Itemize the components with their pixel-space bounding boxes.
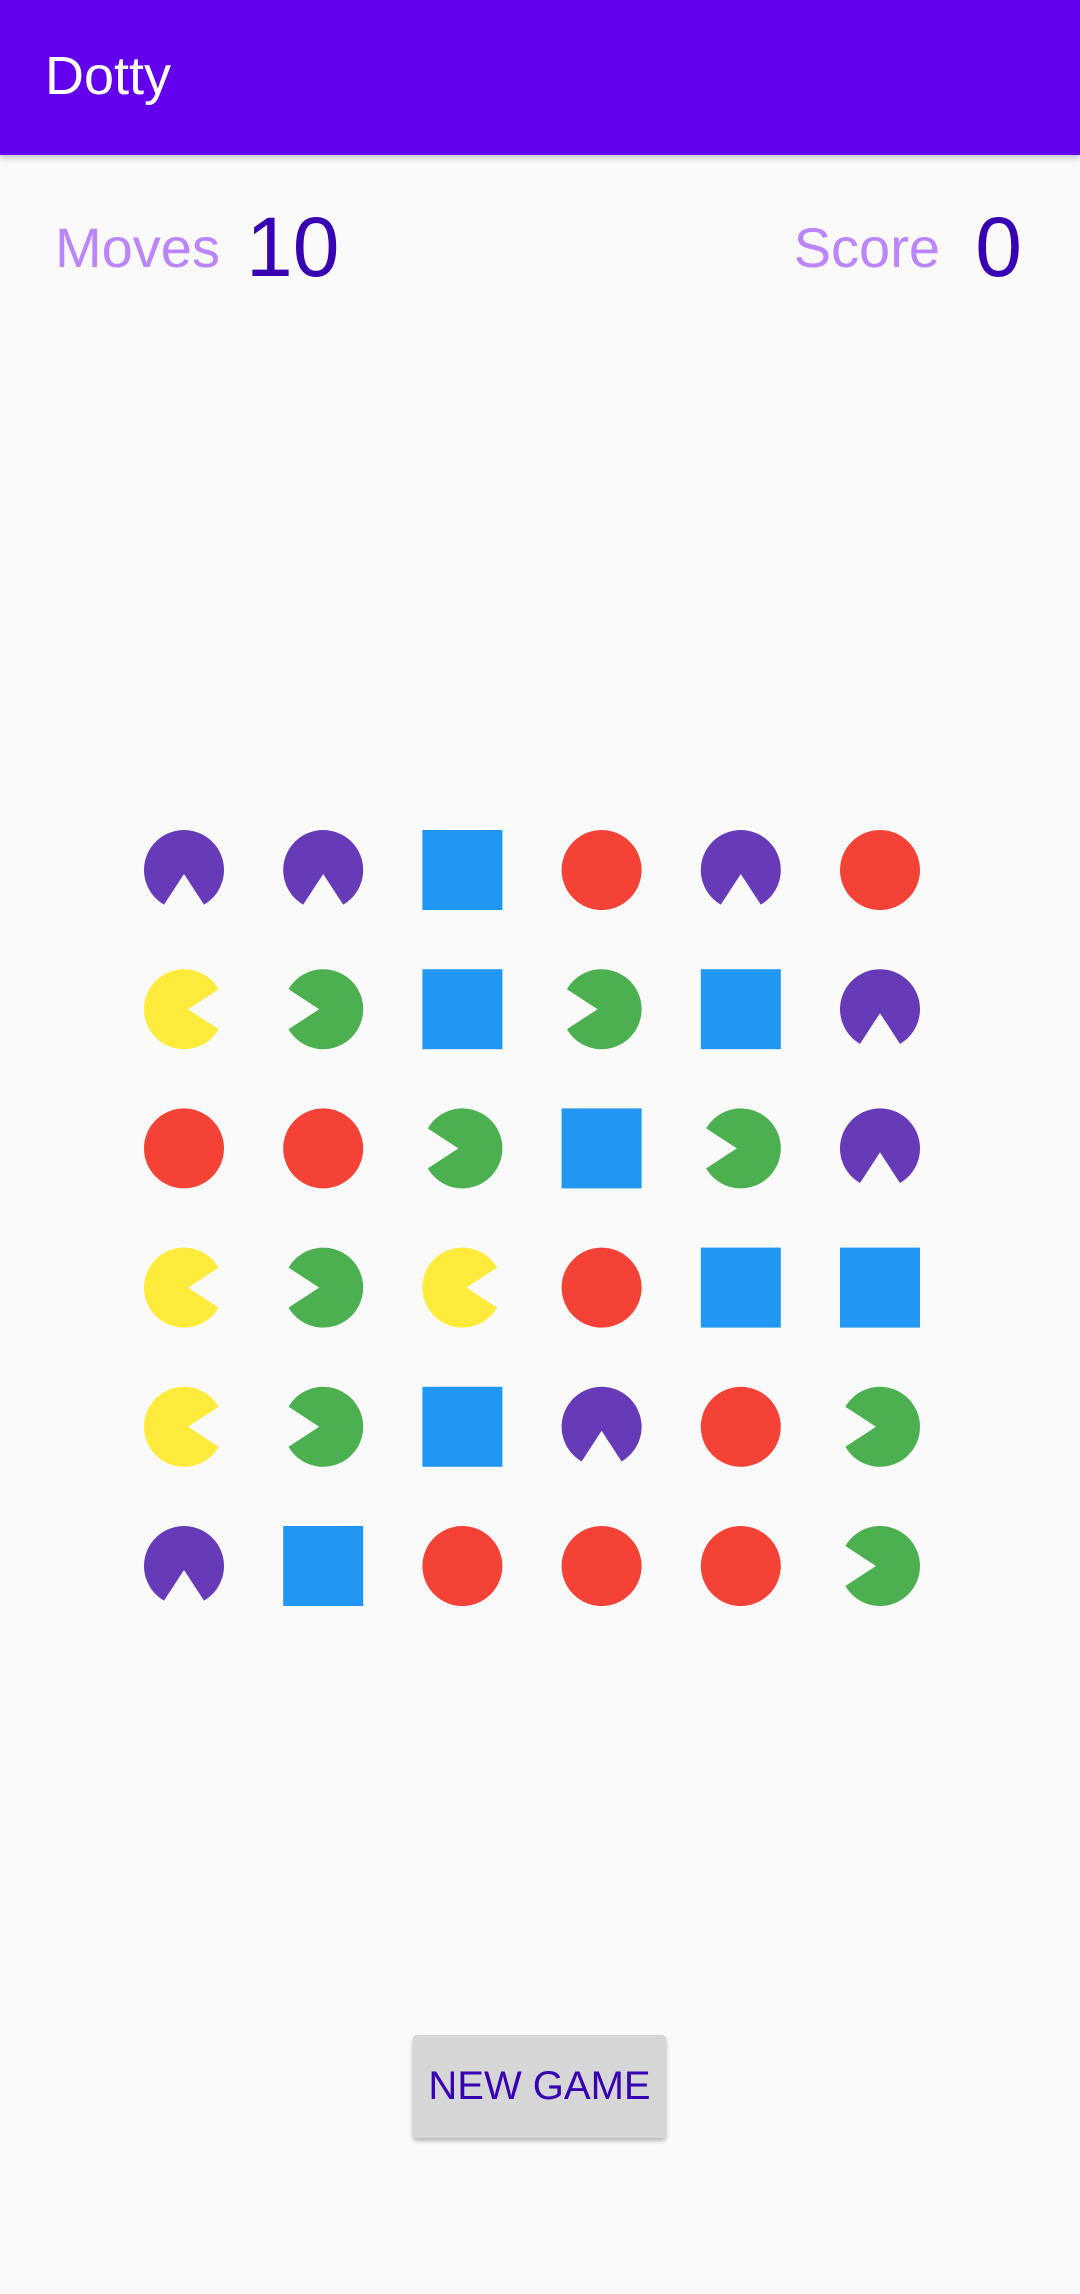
score-label: Score: [793, 216, 940, 279]
dot-r2-c4-green-mouth-left[interactable]: [566, 969, 642, 1050]
new-game-button[interactable]: NEW GAME: [413, 2035, 666, 2138]
dot-r1-c5-purple-mouth-down[interactable]: [700, 830, 781, 905]
dot-r3-c3-green-mouth-left[interactable]: [427, 1108, 503, 1189]
dot-r4-c3-yellow-mouth-right[interactable]: [422, 1247, 498, 1328]
dot-r2-c3-blue-square[interactable]: [422, 969, 503, 1050]
dot-r3-c2-red-circle[interactable]: [283, 1108, 364, 1189]
dot-r3-c1-red-circle[interactable]: [144, 1108, 224, 1189]
dot-r6-c6-green-mouth-left[interactable]: [845, 1526, 921, 1606]
dot-r5-c5-red-circle[interactable]: [700, 1386, 781, 1467]
dot-r5-c2-green-mouth-left[interactable]: [288, 1386, 364, 1467]
dot-r6-c4-red-circle[interactable]: [561, 1526, 642, 1606]
dot-r1-c6-red-circle[interactable]: [840, 830, 920, 910]
dot-r5-c3-blue-square[interactable]: [422, 1386, 503, 1467]
dot-r4-c1-yellow-mouth-right[interactable]: [144, 1247, 219, 1328]
dot-r6-c3-red-circle[interactable]: [422, 1526, 503, 1606]
dot-r5-c4-purple-mouth-down[interactable]: [561, 1386, 642, 1462]
dot-r4-c2-green-mouth-left[interactable]: [288, 1247, 364, 1328]
dot-r6-c1-purple-mouth-down[interactable]: [144, 1526, 224, 1601]
game-board: [144, 830, 936, 1622]
dot-r1-c1-purple-mouth-down[interactable]: [144, 830, 224, 905]
dot-r2-c5-blue-square[interactable]: [700, 969, 781, 1050]
dot-r2-c6-purple-mouth-down[interactable]: [840, 969, 920, 1044]
app-bar: Dotty: [0, 0, 1080, 155]
dot-r5-c1-yellow-mouth-right[interactable]: [144, 1386, 219, 1467]
app-title: Dotty: [45, 46, 172, 106]
dot-r2-c2-green-mouth-left[interactable]: [288, 969, 364, 1050]
game-board-grid: [144, 830, 921, 1606]
dot-r6-c2-blue-square[interactable]: [283, 1526, 364, 1606]
dot-r3-c4-blue-square[interactable]: [561, 1108, 642, 1189]
dot-r6-c5-red-circle[interactable]: [700, 1526, 781, 1606]
dot-r1-c3-blue-square[interactable]: [422, 830, 503, 910]
dot-r3-c6-purple-mouth-down[interactable]: [840, 1108, 920, 1184]
dot-r3-c5-green-mouth-left[interactable]: [706, 1108, 781, 1189]
score-value: 0: [975, 200, 1022, 294]
dot-r4-c5-blue-square[interactable]: [700, 1247, 781, 1328]
dot-r2-c1-yellow-mouth-right[interactable]: [144, 969, 219, 1050]
dot-r4-c6-blue-square[interactable]: [840, 1247, 920, 1328]
moves-label: Moves: [55, 216, 220, 279]
dot-r4-c4-red-circle[interactable]: [561, 1247, 642, 1328]
dot-r1-c2-purple-mouth-down[interactable]: [283, 830, 364, 905]
dot-r1-c4-red-circle[interactable]: [561, 830, 642, 910]
moves-value: 10: [246, 200, 340, 294]
dot-r5-c6-green-mouth-left[interactable]: [845, 1386, 921, 1467]
